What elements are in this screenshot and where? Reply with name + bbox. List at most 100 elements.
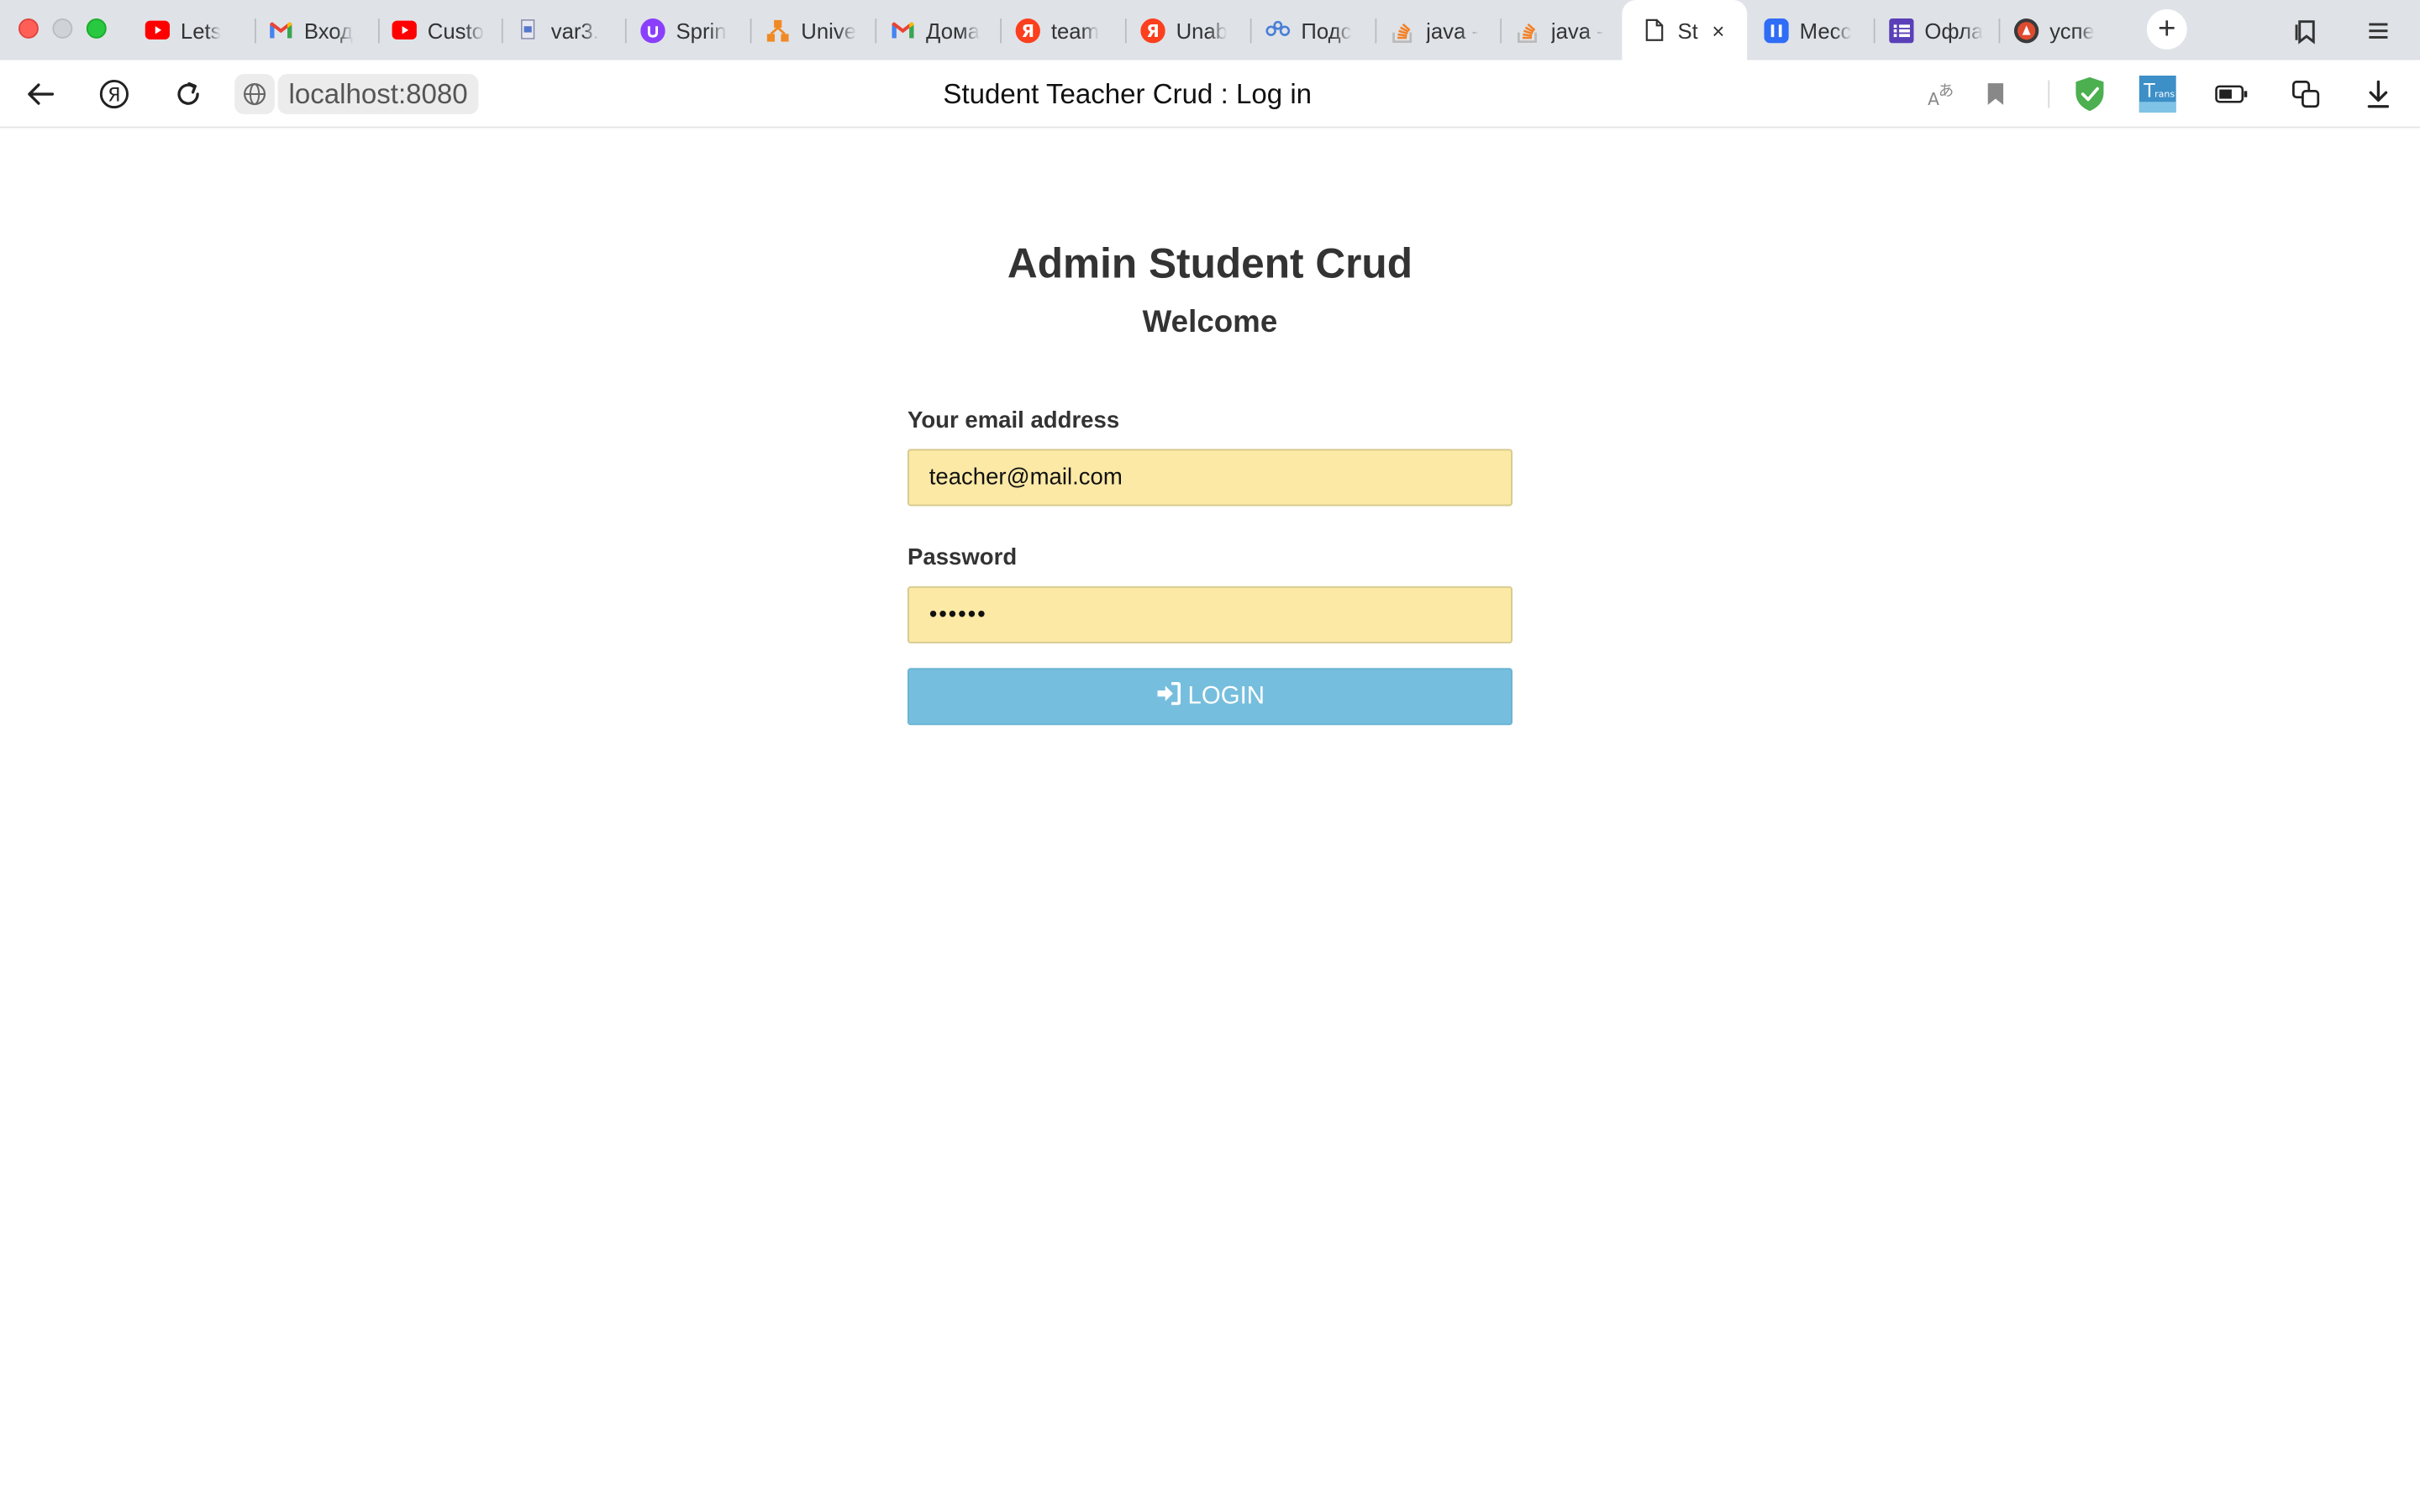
plus-icon: +	[2158, 12, 2176, 47]
browser-tab[interactable]: Месс	[1752, 9, 1876, 51]
tab-divider	[875, 18, 877, 44]
svg-text:Я: Я	[108, 85, 120, 106]
tab-close-icon[interactable]: ×	[1712, 18, 1724, 42]
tab-divider	[1375, 18, 1377, 44]
page-title: Student Teacher Crud : Log in	[943, 77, 1313, 109]
tab-label: team	[1050, 18, 1099, 43]
url-field[interactable]: localhost:8080	[234, 74, 479, 114]
document-icon	[1642, 18, 1666, 42]
login-button-label: LOGIN	[1187, 682, 1265, 709]
browser-tab[interactable]: java -	[1503, 9, 1627, 51]
login-form: Your email address Password LOGIN	[908, 407, 1513, 726]
url-text[interactable]: localhost:8080	[277, 74, 479, 114]
window-minimize-button[interactable]	[52, 18, 73, 39]
youtube-icon	[392, 18, 417, 42]
browser-tab[interactable]: успе	[2002, 9, 2125, 51]
tab-divider	[1000, 18, 1002, 44]
yandex-home-icon[interactable]: Я	[97, 77, 131, 111]
tab-label: Подс	[1301, 18, 1352, 43]
tab-label: Вход	[303, 18, 354, 43]
file-icon	[515, 18, 539, 42]
new-tab-button[interactable]: +	[2146, 9, 2187, 50]
password-field[interactable]	[908, 585, 1513, 643]
list-icon	[1889, 18, 1914, 43]
password-label: Password	[908, 544, 1018, 571]
gmail-icon	[891, 18, 915, 42]
youtube-icon	[145, 18, 171, 42]
download-icon[interactable]	[2361, 77, 2395, 111]
translate-icon[interactable]: Aあ	[1923, 77, 1957, 111]
network-icon	[765, 18, 790, 42]
tab-label: java -	[1426, 18, 1480, 43]
bookmarks-panel-icon[interactable]	[2289, 14, 2323, 48]
tab-divider	[1998, 18, 2001, 44]
tab-divider	[1249, 18, 1252, 44]
tab-divider	[1500, 18, 1502, 44]
tab-label: St	[1677, 18, 1698, 43]
battery-icon[interactable]	[2215, 77, 2249, 111]
tab-label: Lets	[180, 18, 222, 43]
chat-translate-icon[interactable]	[2289, 77, 2323, 111]
browser-tab[interactable]: var3.	[503, 9, 627, 51]
tab-label: Дома	[926, 18, 981, 43]
address-bar: Я localhost:8080 Student Teacher Crud : …	[0, 60, 2420, 129]
svg-text:T: T	[2143, 81, 2155, 102]
gmail-icon	[269, 18, 293, 42]
browser-tab[interactable]: Sprin	[629, 9, 752, 51]
globe-icon[interactable]	[234, 74, 275, 114]
translate-extension-icon[interactable]: Trans	[2139, 76, 2176, 113]
back-arrow-icon[interactable]	[24, 77, 57, 111]
browser-tab[interactable]: java -	[1378, 9, 1502, 51]
stackoverflow-icon	[1516, 18, 1540, 43]
messenger-icon	[1764, 18, 1789, 43]
tab-strip: Lets Вход Custo var3. Sprin Unive Дома Я…	[0, 0, 2420, 60]
tab-label: var3.	[550, 18, 599, 43]
browser-tab[interactable]: Custo	[380, 9, 503, 51]
tab-label: Офла	[1924, 18, 1984, 43]
shield-icon[interactable]	[2073, 76, 2107, 112]
browser-tab[interactable]: Unive	[753, 9, 877, 51]
browser-tab[interactable]: Lets	[133, 9, 256, 51]
spring-icon	[640, 18, 666, 43]
welcome-heading: Welcome	[1142, 305, 1278, 340]
tab-label: Sprin	[676, 18, 727, 43]
app-title: Admin Student Crud	[1007, 240, 1413, 287]
nodes-icon	[1265, 18, 1291, 42]
toolbar-divider	[2048, 80, 2050, 108]
window-close-button[interactable]	[18, 18, 39, 39]
browser-tab[interactable]: Подс	[1253, 9, 1377, 51]
page-content: Admin Student Crud Welcome Your email ad…	[0, 128, 2420, 1512]
browser-tab[interactable]: Я Unab	[1128, 9, 1252, 51]
tab-divider	[624, 18, 627, 44]
browser-tab[interactable]: Дома	[878, 9, 1002, 51]
window-zoom-button[interactable]	[86, 18, 107, 39]
browser-tab[interactable]: Вход	[256, 9, 380, 51]
tab-divider	[1124, 18, 1127, 44]
avatar-icon	[2013, 18, 2039, 43]
yandex-icon: Я	[1140, 18, 1165, 43]
email-label: Your email address	[908, 407, 1120, 434]
tab-label: Custo	[427, 18, 484, 43]
login-button[interactable]: LOGIN	[908, 668, 1513, 726]
sign-in-icon	[1155, 680, 1181, 712]
tab-label: Месс	[1799, 18, 1852, 43]
bookmark-icon[interactable]	[1979, 77, 2012, 111]
tab-label: java -	[1550, 18, 1604, 43]
svg-text:Я: Я	[1021, 20, 1034, 40]
svg-text:Я: Я	[1146, 20, 1160, 40]
browser-tab-active[interactable]: St ×	[1622, 0, 1748, 60]
email-field[interactable]	[908, 449, 1513, 507]
yandex-icon: Я	[1015, 18, 1040, 43]
tab-divider	[750, 18, 752, 44]
menu-icon[interactable]	[2361, 14, 2395, 48]
svg-text:あ: あ	[1939, 82, 1954, 100]
tab-label: успе	[2049, 18, 2095, 43]
reload-icon[interactable]	[171, 77, 205, 111]
stackoverflow-icon	[1391, 18, 1415, 43]
tab-label: Unive	[801, 18, 857, 43]
tab-label: Unab	[1176, 18, 1228, 43]
svg-text:rans: rans	[2154, 89, 2175, 100]
browser-tab[interactable]: Офла	[1876, 9, 2001, 51]
tab-divider	[1873, 18, 1876, 44]
browser-tab[interactable]: Я team	[1003, 9, 1127, 51]
